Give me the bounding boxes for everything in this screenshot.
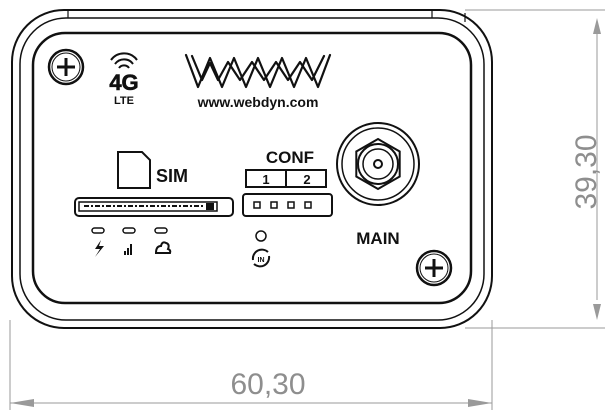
conf-switch-2: 2: [303, 172, 310, 187]
antenna-label: MAIN: [356, 229, 399, 248]
conf-switch-1: 1: [262, 172, 269, 187]
network-badge: 4G: [109, 70, 138, 95]
svg-text:IN: IN: [258, 257, 265, 264]
width-arrow-left-icon: [10, 399, 34, 407]
conf-label: CONF: [266, 148, 314, 167]
drawing-canvas: 60,30 39,30 4G LTE www.webdyn.com SIM CO…: [9, 9, 605, 410]
network-sub-label: LTE: [114, 95, 134, 107]
sim-label: SIM: [156, 166, 188, 186]
brand-url: www.webdyn.com: [197, 94, 319, 110]
width-dimension-value: 60,30: [230, 368, 305, 401]
technical-drawing: 60,30 39,30 4G LTE www.webdyn.com SIM CO…: [0, 0, 605, 410]
height-arrow-bottom-icon: [593, 304, 601, 320]
height-dimension-value: 39,30: [570, 134, 603, 209]
height-arrow-top-icon: [593, 18, 601, 34]
width-arrow-right-icon: [468, 399, 492, 407]
